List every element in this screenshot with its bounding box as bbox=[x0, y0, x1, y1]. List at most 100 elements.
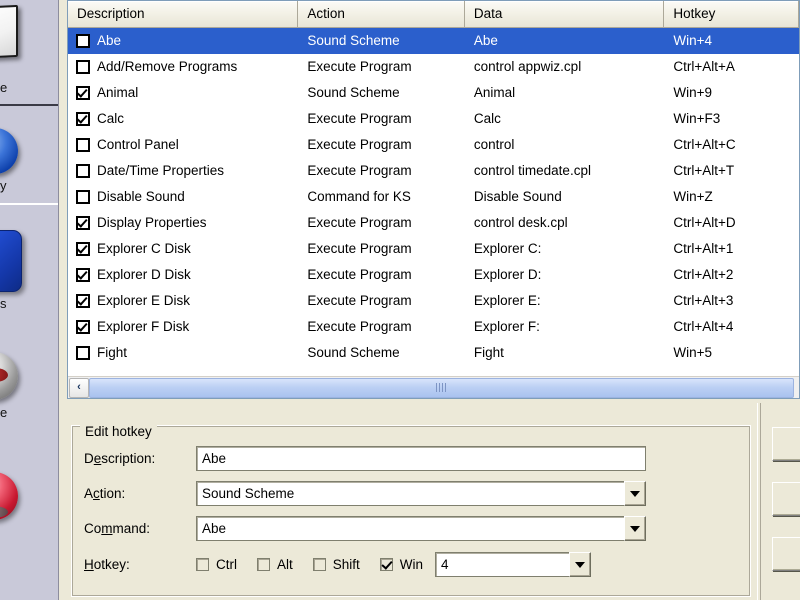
blue-panel-icon[interactable] bbox=[0, 230, 22, 292]
hotkey-row: Hotkey: Ctrl Alt Shift Win bbox=[72, 552, 750, 577]
alt-label: Alt bbox=[277, 557, 293, 572]
scroll-left-arrow-icon[interactable]: ‹ bbox=[69, 378, 89, 398]
action-label: Action: bbox=[72, 486, 196, 501]
key-combobox-value[interactable]: 4 bbox=[435, 552, 569, 577]
table-row[interactable]: CalcExecute ProgramCalcWin+F3 bbox=[68, 106, 799, 132]
checkbox-unchecked[interactable] bbox=[76, 164, 90, 178]
table-row[interactable]: AbeSound SchemeAbeWin+4 bbox=[68, 28, 799, 54]
checkbox-checked[interactable] bbox=[76, 242, 90, 256]
checkbox-checked[interactable] bbox=[76, 320, 90, 334]
checkbox-checked[interactable] bbox=[76, 294, 90, 308]
red-orb-icon[interactable] bbox=[0, 472, 18, 520]
gray-orb-icon[interactable] bbox=[0, 352, 18, 400]
cell-data: Fight bbox=[465, 340, 664, 366]
cell-hotkey: Ctrl+Alt+C bbox=[664, 132, 799, 158]
column-header-description[interactable]: Description bbox=[68, 1, 298, 27]
action-combobox[interactable]: Sound Scheme bbox=[196, 481, 646, 506]
left-sidebar: e y s e bbox=[0, 0, 59, 600]
action-combobox-value[interactable]: Sound Scheme bbox=[196, 481, 624, 506]
right-edge-button-2[interactable] bbox=[772, 482, 800, 516]
description-label: Description: bbox=[72, 451, 196, 466]
cell-description: Calc bbox=[68, 106, 298, 132]
cell-hotkey: Win+F3 bbox=[664, 106, 799, 132]
horizontal-scrollbar[interactable]: ‹ bbox=[68, 376, 800, 398]
checkbox-unchecked[interactable] bbox=[76, 346, 90, 360]
table-row[interactable]: Explorer C DiskExecute ProgramExplorer C… bbox=[68, 236, 799, 262]
description-text: Control Panel bbox=[97, 132, 179, 158]
cell-action: Execute Program bbox=[298, 106, 465, 132]
table-row[interactable]: AnimalSound SchemeAnimalWin+9 bbox=[68, 80, 799, 106]
cell-hotkey: Ctrl+Alt+A bbox=[664, 54, 799, 80]
table-row[interactable]: Disable SoundCommand for KSDisable Sound… bbox=[68, 184, 799, 210]
table-row[interactable]: Add/Remove ProgramsExecute Programcontro… bbox=[68, 54, 799, 80]
table-row[interactable]: Control PanelExecute ProgramcontrolCtrl+… bbox=[68, 132, 799, 158]
table-row[interactable]: Date/Time PropertiesExecute Programcontr… bbox=[68, 158, 799, 184]
cell-action: Execute Program bbox=[298, 210, 465, 236]
edit-hotkey-group: Edit hotkey Description: Abe Action: Sou… bbox=[71, 425, 751, 597]
description-text: Explorer C Disk bbox=[97, 236, 191, 262]
modifier-shift[interactable]: Shift bbox=[313, 557, 360, 572]
table-row[interactable]: Explorer E DiskExecute ProgramExplorer E… bbox=[68, 288, 799, 314]
checkbox-checked[interactable] bbox=[76, 112, 90, 126]
modifier-checkbox-group: Ctrl Alt Shift Win 4 bbox=[196, 552, 591, 577]
cell-data: Abe bbox=[465, 28, 664, 54]
command-combobox[interactable]: Abe bbox=[196, 516, 646, 541]
cell-data: control timedate.cpl bbox=[465, 158, 664, 184]
document-icon[interactable] bbox=[0, 5, 18, 59]
cell-hotkey: Ctrl+Alt+T bbox=[664, 158, 799, 184]
cell-data: Explorer E: bbox=[465, 288, 664, 314]
checkbox-unchecked[interactable] bbox=[76, 190, 90, 204]
cell-data: control desk.cpl bbox=[465, 210, 664, 236]
ctrl-checkbox[interactable] bbox=[196, 558, 209, 571]
cell-action: Execute Program bbox=[298, 158, 465, 184]
cell-data: Animal bbox=[465, 80, 664, 106]
win-checkbox[interactable] bbox=[380, 558, 393, 571]
hotkey-list-view[interactable]: Description Action Data Hotkey AbeSound … bbox=[67, 0, 800, 399]
table-row[interactable]: Display PropertiesExecute Programcontrol… bbox=[68, 210, 799, 236]
checkbox-unchecked[interactable] bbox=[76, 138, 90, 152]
shift-checkbox[interactable] bbox=[313, 558, 326, 571]
checkbox-checked[interactable] bbox=[76, 216, 90, 230]
sidebar-label-3: e bbox=[0, 405, 7, 420]
cell-hotkey: Ctrl+Alt+1 bbox=[664, 236, 799, 262]
table-row[interactable]: Explorer D DiskExecute ProgramExplorer D… bbox=[68, 262, 799, 288]
cell-data: Explorer D: bbox=[465, 262, 664, 288]
checkbox-unchecked[interactable] bbox=[76, 60, 90, 74]
list-rows-container: AbeSound SchemeAbeWin+4Add/Remove Progra… bbox=[68, 28, 799, 366]
modifier-win[interactable]: Win bbox=[380, 557, 423, 572]
table-row[interactable]: Explorer F DiskExecute ProgramExplorer F… bbox=[68, 314, 799, 340]
key-combobox[interactable]: 4 bbox=[435, 552, 591, 577]
grip-line bbox=[442, 383, 443, 392]
column-header-action[interactable]: Action bbox=[298, 1, 465, 27]
table-row[interactable]: FightSound SchemeFightWin+5 bbox=[68, 340, 799, 366]
chevron-down-icon[interactable] bbox=[569, 552, 591, 577]
checkbox-checked[interactable] bbox=[76, 268, 90, 282]
cell-hotkey: Win+Z bbox=[664, 184, 799, 210]
cell-action: Sound Scheme bbox=[298, 340, 465, 366]
modifier-alt[interactable]: Alt bbox=[257, 557, 293, 572]
grip-line bbox=[445, 383, 446, 392]
description-text: Animal bbox=[97, 80, 138, 106]
right-edge-button-3[interactable] bbox=[772, 537, 800, 571]
cell-action: Execute Program bbox=[298, 236, 465, 262]
right-edge-button-1[interactable] bbox=[772, 427, 800, 461]
blue-orb-icon[interactable] bbox=[0, 128, 18, 174]
scrollbar-thumb[interactable] bbox=[89, 378, 794, 398]
ctrl-label: Ctrl bbox=[216, 557, 237, 572]
cell-hotkey: Win+5 bbox=[664, 340, 799, 366]
alt-checkbox[interactable] bbox=[257, 558, 270, 571]
description-input[interactable]: Abe bbox=[196, 446, 646, 471]
checkbox-unchecked[interactable] bbox=[76, 34, 90, 48]
cell-action: Execute Program bbox=[298, 262, 465, 288]
command-combobox-value[interactable]: Abe bbox=[196, 516, 624, 541]
column-header-data[interactable]: Data bbox=[465, 1, 664, 27]
cell-description: Date/Time Properties bbox=[68, 158, 298, 184]
scrollbar-track[interactable] bbox=[89, 378, 800, 398]
modifier-ctrl[interactable]: Ctrl bbox=[196, 557, 237, 572]
chevron-down-icon[interactable] bbox=[624, 481, 646, 506]
cell-action: Execute Program bbox=[298, 132, 465, 158]
checkbox-checked[interactable] bbox=[76, 86, 90, 100]
column-header-hotkey[interactable]: Hotkey bbox=[664, 1, 799, 27]
cell-hotkey: Win+9 bbox=[664, 80, 799, 106]
chevron-down-icon[interactable] bbox=[624, 516, 646, 541]
